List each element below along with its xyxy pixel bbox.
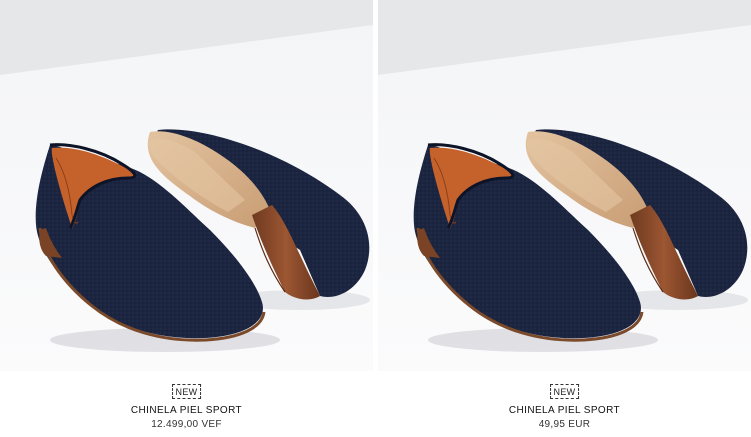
product-name[interactable]: CHINELA PIEL SPORT (0, 405, 373, 417)
product-card[interactable]: NEW CHINELA PIEL SPORT 12.499,00 VEF (0, 0, 373, 437)
product-price: 12.499,00 VEF (151, 419, 222, 430)
product-info: NEW CHINELA PIEL SPORT 12.499,00 VEF (0, 371, 373, 437)
navy-suede-loafers-image (378, 0, 751, 371)
product-grid: NEW CHINELA PIEL SPORT 12.499,00 VEF NEW… (0, 0, 751, 437)
new-badge: NEW (549, 384, 580, 399)
product-price: 49,95 EUR (538, 419, 591, 430)
product-info: NEW CHINELA PIEL SPORT 49,95 EUR (378, 371, 751, 437)
product-image[interactable] (0, 0, 373, 371)
product-image[interactable] (378, 0, 751, 371)
product-card[interactable]: NEW CHINELA PIEL SPORT 49,95 EUR (378, 0, 751, 437)
new-badge: NEW (171, 384, 202, 399)
product-name[interactable]: CHINELA PIEL SPORT (378, 405, 751, 417)
navy-suede-loafers-image (0, 0, 373, 371)
